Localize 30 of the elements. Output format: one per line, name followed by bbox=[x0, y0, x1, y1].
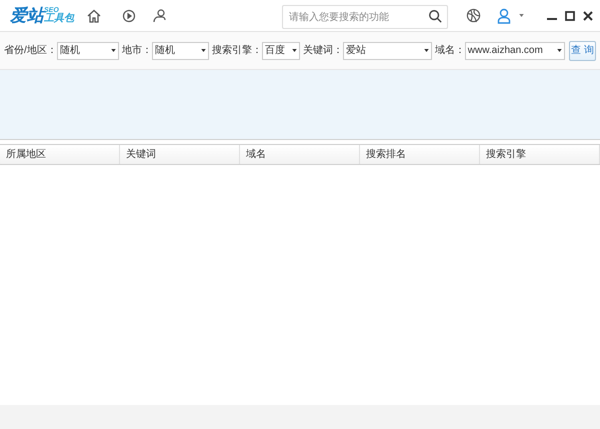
query-button[interactable]: 查 询 bbox=[568, 40, 596, 60]
filter-label: 搜索引擎： bbox=[212, 44, 262, 58]
dropdown-caret-icon bbox=[424, 49, 429, 52]
globe-icon[interactable] bbox=[466, 8, 481, 23]
maximize-icon[interactable] bbox=[565, 10, 575, 20]
dropdown-caret-icon bbox=[200, 49, 206, 52]
column-header[interactable]: 所属地区 bbox=[0, 145, 120, 164]
filter-label: 省份/地区： bbox=[4, 44, 57, 58]
search-icon[interactable] bbox=[428, 8, 442, 22]
dropdown-caret-icon bbox=[556, 49, 562, 52]
filter-dropdown[interactable]: 随机 bbox=[152, 42, 209, 60]
column-header[interactable]: 搜索引擎 bbox=[480, 145, 600, 164]
user-icon[interactable] bbox=[497, 8, 511, 24]
home-icon[interactable] bbox=[86, 8, 102, 24]
filter-dropdown[interactable]: 爱站 bbox=[342, 42, 432, 60]
filter-label: 域名： bbox=[434, 44, 465, 58]
filter-dropdown[interactable]: 随机 bbox=[56, 42, 119, 60]
column-header[interactable]: 搜索排名 bbox=[360, 145, 480, 164]
filter-label: 地市： bbox=[122, 44, 152, 58]
filter-label: 关键词： bbox=[302, 44, 343, 58]
filter-dropdown[interactable]: 百度 bbox=[262, 42, 300, 60]
play-icon[interactable] bbox=[122, 8, 136, 22]
dropdown-caret-icon bbox=[110, 49, 116, 52]
column-header[interactable]: 关键词 bbox=[120, 145, 240, 164]
search-field[interactable]: 请输入您要搜索的功能 bbox=[282, 5, 448, 29]
dropdown-caret-icon bbox=[292, 49, 297, 52]
close-icon[interactable] bbox=[583, 10, 593, 20]
caret-icon[interactable] bbox=[519, 14, 524, 17]
filter-dropdown[interactable]: www.aizhan.com bbox=[464, 42, 565, 60]
column-header[interactable]: 域名 bbox=[240, 145, 360, 164]
